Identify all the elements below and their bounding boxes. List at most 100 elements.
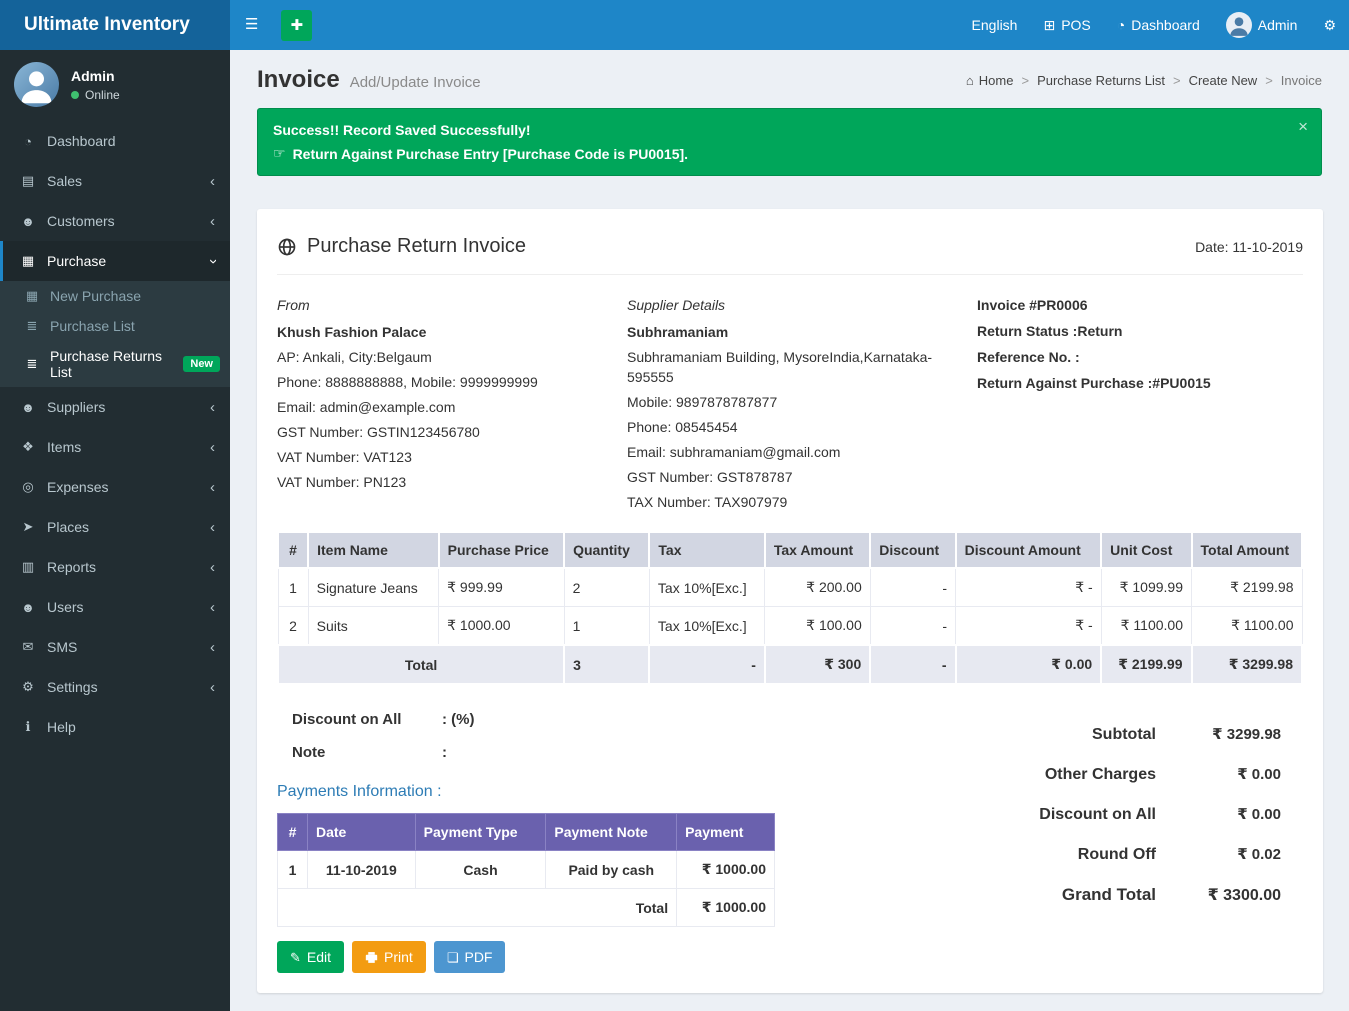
globe-icon <box>277 237 297 257</box>
submenu-item-label: New Purchase <box>50 288 141 304</box>
sidebar-user-panel: Admin Online <box>0 50 230 121</box>
purchase-icon: ▦ <box>18 253 38 269</box>
user-menu[interactable]: Admin <box>1213 0 1311 50</box>
settings-menu[interactable]: ⚙ <box>1310 0 1349 50</box>
supplier-line: Email: subhramaniam@gmail.com <box>627 442 953 462</box>
supplier-name: Subhramaniam <box>627 322 953 342</box>
breadcrumb-separator: > <box>1021 73 1029 88</box>
pdf-file-icon: ❏ <box>447 951 459 964</box>
summary-value: ₹ 0.00 <box>1156 765 1281 783</box>
plus-icon: ✚ <box>291 16 304 34</box>
dashboard-link[interactable]: ◔ Dashboard <box>1104 0 1213 50</box>
chevron-left-icon: ‹ <box>210 214 215 229</box>
sidebar-item-label: Items <box>47 439 81 455</box>
summary-label: Grand Total <box>961 885 1156 905</box>
breadcrumb: ⌂ Home > Purchase Returns List > Create … <box>966 73 1322 88</box>
payments-total-value: ₹ 1000.00 <box>677 889 775 927</box>
cell: 1 <box>278 568 308 607</box>
sidebar-item-label: Users <box>47 599 84 615</box>
cell: - <box>870 607 955 646</box>
chevron-left-icon: ‹ <box>210 480 215 495</box>
sms-icon: ✉ <box>18 639 38 655</box>
column-header: Payment <box>677 814 775 851</box>
sidebar-item-dashboard[interactable]: ◔ Dashboard <box>0 121 230 161</box>
column-header: Tax <box>649 532 764 568</box>
summary-row-grand-total: Grand Total ₹ 3300.00 <box>961 885 1281 905</box>
close-icon[interactable]: × <box>1298 118 1308 135</box>
sidebar-item-customers[interactable]: ☻ Customers ‹ <box>0 201 230 241</box>
sidebar-item-sms[interactable]: ✉ SMS ‹ <box>0 627 230 667</box>
sidebar-item-new-purchase[interactable]: ▦ New Purchase <box>0 281 230 311</box>
print-button[interactable]: Print <box>352 941 426 973</box>
purchase-submenu: ▦ New Purchase ≣ Purchase List ≣ Purchas… <box>0 281 230 387</box>
places-icon: ➤ <box>18 519 38 535</box>
breadcrumb-create-new[interactable]: Create New <box>1189 73 1258 88</box>
invoice-title-text: Purchase Return Invoice <box>307 235 526 258</box>
sidebar-item-help[interactable]: ℹ Help <box>0 707 230 747</box>
column-header: Payment Note <box>546 814 677 851</box>
breadcrumb-home[interactable]: ⌂ Home <box>966 73 1014 88</box>
from-line: AP: Ankali, City:Belgaum <box>277 347 603 367</box>
supplier-line: GST Number: GST878787 <box>627 467 953 487</box>
cell-item-name: Suits <box>308 607 439 646</box>
chevron-left-icon: ‹ <box>210 640 215 655</box>
app-logo[interactable]: Ultimate Inventory <box>0 0 230 50</box>
column-header: Total Amount <box>1192 532 1303 568</box>
column-header: Payment Type <box>415 814 546 851</box>
hamburger-icon[interactable]: ☰ <box>230 0 273 50</box>
sidebar-item-purchase[interactable]: ▦ Purchase ‹ <box>0 241 230 281</box>
settings-icon: ⚙ <box>18 679 38 695</box>
sidebar-item-purchase-list[interactable]: ≣ Purchase List <box>0 311 230 341</box>
sidebar-item-sales[interactable]: ▤ Sales ‹ <box>0 161 230 201</box>
supplier-block: Supplier Details Subhramaniam Subhramani… <box>627 295 953 517</box>
sidebar-item-items[interactable]: ❖ Items ‹ <box>0 427 230 467</box>
sidebar-item-label: Expenses <box>47 479 108 495</box>
sidebar-item-label: Suppliers <box>47 399 105 415</box>
column-header: Discount Amount <box>956 532 1102 568</box>
payments-total-row: Total ₹ 1000.00 <box>278 889 775 927</box>
sidebar-item-expenses[interactable]: ◎ Expenses ‹ <box>0 467 230 507</box>
pdf-button[interactable]: ❏ PDF <box>434 941 506 973</box>
chevron-left-icon: ‹ <box>210 680 215 695</box>
new-purchase-icon: ▦ <box>22 288 42 304</box>
sidebar-item-label: Reports <box>47 559 96 575</box>
alert-detail: ☞ Return Against Purchase Entry [Purchas… <box>273 145 1287 162</box>
cell: ₹ 1000.00 <box>439 607 564 646</box>
list-icon: ≣ <box>22 318 42 334</box>
pos-link[interactable]: ⊞ POS <box>1030 0 1103 50</box>
page-subtitle: Add/Update Invoice <box>350 74 481 91</box>
cell: ₹ 100.00 <box>765 607 870 646</box>
sales-icon: ▤ <box>18 173 38 189</box>
sidebar-item-users[interactable]: ☻ Users ‹ <box>0 587 230 627</box>
from-block: From Khush Fashion Palace AP: Ankali, Ci… <box>277 295 603 517</box>
total-tax: - <box>649 645 764 684</box>
invoice-card: Purchase Return Invoice Date: 11-10-2019… <box>257 209 1323 993</box>
submenu-item-label: Purchase Returns List <box>50 348 169 380</box>
from-name: Khush Fashion Palace <box>277 322 603 342</box>
pos-icon: ⊞ <box>1043 17 1055 34</box>
items-total-row: Total 3 - ₹ 300 - ₹ 0.00 ₹ 2199.99 ₹ 329… <box>278 645 1302 684</box>
sidebar-item-purchase-returns-list[interactable]: ≣ Purchase Returns List New <box>0 341 230 387</box>
summary-row-discount-on-all: Discount on All ₹ 0.00 <box>961 805 1281 824</box>
items-icon: ❖ <box>18 439 38 455</box>
summary-value: ₹ 0.00 <box>1156 805 1281 823</box>
edit-button[interactable]: ✎ Edit <box>277 941 344 973</box>
sidebar-item-settings[interactable]: ⚙ Settings ‹ <box>0 667 230 707</box>
discount-on-all-value: : (%) <box>442 711 475 728</box>
cell: ₹ 999.99 <box>439 568 564 607</box>
summary-value: ₹ 3299.98 <box>1156 725 1281 743</box>
sidebar-item-reports[interactable]: ▥ Reports ‹ <box>0 547 230 587</box>
quick-add-button[interactable]: ✚ <box>281 10 312 41</box>
sidebar-item-places[interactable]: ➤ Places ‹ <box>0 507 230 547</box>
payments-header-row: # Date Payment Type Payment Note Payment <box>278 814 775 851</box>
cell: ₹ - <box>956 568 1102 607</box>
cell: 1 <box>278 851 308 889</box>
language-menu[interactable]: English <box>959 0 1031 50</box>
sidebar-item-suppliers[interactable]: ☻ Suppliers ‹ <box>0 387 230 427</box>
sidebar-item-label: Settings <box>47 679 98 695</box>
printer-icon <box>365 951 378 964</box>
edit-label: Edit <box>307 949 331 965</box>
breadcrumb-purchase-returns-list[interactable]: Purchase Returns List <box>1037 73 1165 88</box>
content-area: Invoice Add/Update Invoice ⌂ Home > Purc… <box>230 50 1349 1011</box>
summary-row-other-charges: Other Charges ₹ 0.00 <box>961 765 1281 784</box>
